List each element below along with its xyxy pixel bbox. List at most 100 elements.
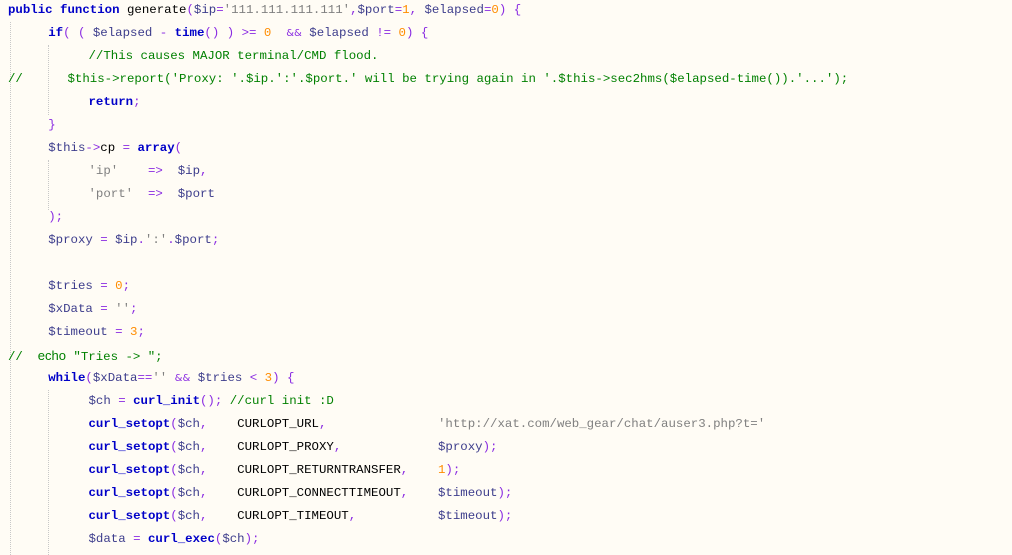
code-token-num: 1	[402, 3, 410, 17]
code-line: //This causes MAJOR terminal/CMD flood.	[88, 45, 378, 68]
code-token-plain: cp	[100, 141, 116, 155]
code-token-var: $tries	[48, 279, 93, 293]
code-token-op: .	[137, 233, 145, 247]
code-line: curl_setopt($ch, CURLOPT_TIMEOUT, $timeo…	[88, 505, 512, 528]
code-token-op: );	[497, 486, 513, 500]
code-token-amp: &&	[174, 373, 191, 384]
code-token-var: $ip	[193, 3, 217, 17]
code-line: if( ( $elapsed - time() ) >= 0 && $elaps…	[48, 22, 428, 45]
code-line: $ch = curl_init(); //curl init :D	[88, 390, 333, 413]
code-token-fn: time	[174, 26, 205, 40]
code-line: return;	[88, 91, 140, 114]
code-token-op: ->	[85, 141, 101, 155]
code-token-op: (	[85, 371, 93, 385]
code-token-var: $timeout	[437, 486, 498, 500]
code-token-var: $xData	[92, 371, 138, 385]
code-token-num: 0	[491, 3, 499, 17]
code-token-var: $elapsed	[424, 3, 484, 17]
code-token-var: $proxy	[437, 440, 483, 454]
code-token-str: 'http://xat.com/web_gear/chat/auser3.php…	[437, 417, 766, 431]
code-token-var: $elapsed	[92, 26, 153, 40]
code-line: $this->cp = array(	[48, 137, 182, 160]
code-token-op: =	[118, 394, 126, 408]
code-token-op: (	[174, 141, 183, 155]
code-token-op: );	[445, 463, 461, 477]
code-token-fn: curl_setopt	[88, 463, 171, 477]
code-token-str: 'ip'	[88, 164, 119, 178]
code-token-op: =	[394, 3, 403, 17]
code-token-var: $port	[177, 187, 215, 201]
code-token-var: $ch	[177, 440, 200, 454]
code-token-cm: //	[8, 350, 38, 364]
code-line: while($xData=='' && $tries < 3) {	[48, 367, 294, 390]
code-token-plain: CURLOPT_URL	[207, 417, 319, 431]
code-editor[interactable]: public function generate($ip='111.111.11…	[0, 0, 1012, 555]
code-token-var: $proxy	[48, 233, 93, 247]
indent-guide	[48, 160, 49, 210]
code-line: // $this->report('Proxy: '.$ip.':'.$port…	[8, 68, 848, 91]
code-token-op: =>	[147, 187, 163, 201]
indent-guide	[10, 22, 11, 555]
code-line: $proxy = $ip.':'.$port;	[48, 229, 219, 252]
code-token-op: {	[286, 371, 295, 385]
code-token-str: '111.111.111.111'	[223, 3, 351, 17]
code-token-fn: curl_init	[133, 394, 200, 408]
code-token-op: (	[170, 486, 178, 500]
code-token-op: =	[133, 532, 141, 546]
code-token-str: 'port'	[88, 187, 134, 201]
code-token-var: $timeout	[48, 325, 108, 339]
code-token-op: ;	[211, 233, 220, 247]
code-token-op: {	[420, 26, 429, 40]
code-token-var: $ip	[115, 233, 138, 247]
code-token-op: =	[100, 302, 108, 316]
code-token-kw: public function	[8, 3, 120, 17]
code-line: $tries = 0;	[48, 275, 130, 298]
code-token-var: $data	[88, 532, 126, 546]
code-token-cm: //curl init :D	[229, 394, 334, 408]
code-token-fn: curl_exec	[147, 532, 215, 546]
code-line: );	[48, 206, 63, 229]
code-token-var: $ch	[177, 463, 200, 477]
code-token-kw: while	[48, 371, 86, 385]
code-token-op: ,	[350, 3, 358, 17]
code-line: 'ip' => $ip,	[88, 160, 207, 183]
code-token-kw: if	[48, 26, 64, 40]
code-token-op: ();	[200, 394, 223, 408]
code-token-num: 0	[115, 279, 123, 293]
code-token-fn: curl_setopt	[88, 509, 171, 523]
code-line: $xData = '';	[48, 298, 137, 321]
code-token-op: (	[170, 417, 178, 431]
code-line: }	[48, 114, 55, 137]
code-token-op: .	[167, 233, 175, 247]
code-token-kw: return	[88, 95, 134, 109]
code-token-fn: curl_setopt	[88, 417, 171, 431]
code-line: curl_setopt($ch, CURLOPT_CONNECTTIMEOUT,…	[88, 482, 512, 505]
code-token-plain: CURLOPT_PROXY	[207, 440, 334, 454]
code-token-kw: array	[137, 141, 175, 155]
code-token-op: =	[115, 325, 123, 339]
code-token-op: ()	[204, 26, 220, 40]
code-token-var: $xData	[48, 302, 93, 316]
code-token-var: $timeout	[437, 509, 498, 523]
code-token-str: ':'	[144, 233, 168, 247]
code-token-op: (	[186, 3, 194, 17]
code-token-var: $this	[48, 141, 86, 155]
code-token-fn: curl_setopt	[88, 440, 171, 454]
